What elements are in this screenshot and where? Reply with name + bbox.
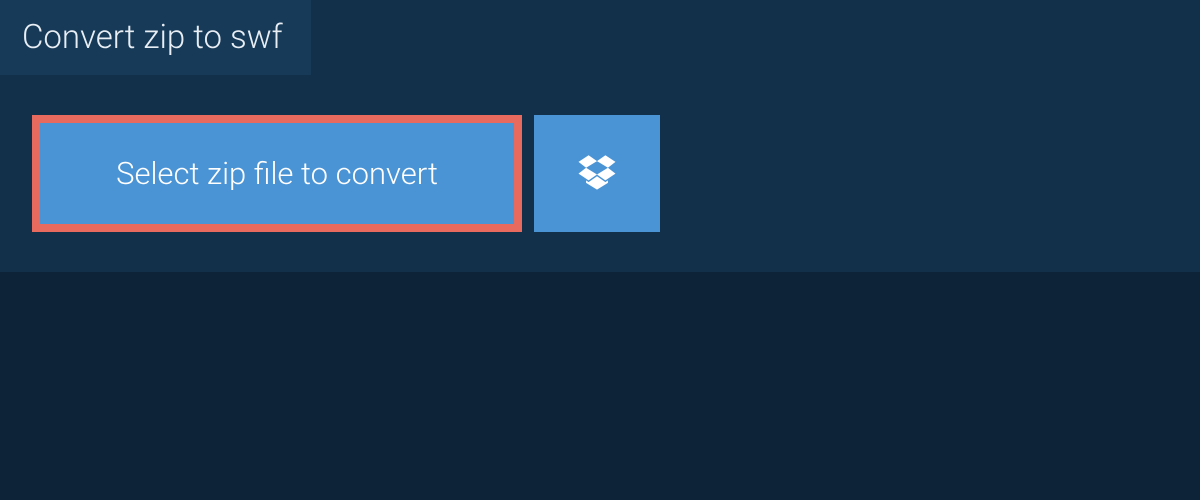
select-file-button[interactable]: Select zip file to convert [32,115,522,232]
converter-panel: Convert zip to swf Select zip file to co… [0,0,1200,272]
tab-title: Convert zip to swf [0,0,311,75]
dropbox-icon [576,151,618,197]
select-file-label: Select zip file to convert [116,155,438,192]
dropbox-button[interactable] [534,115,660,232]
tab-title-text: Convert zip to swf [22,18,283,57]
button-row: Select zip file to convert [0,75,1200,232]
